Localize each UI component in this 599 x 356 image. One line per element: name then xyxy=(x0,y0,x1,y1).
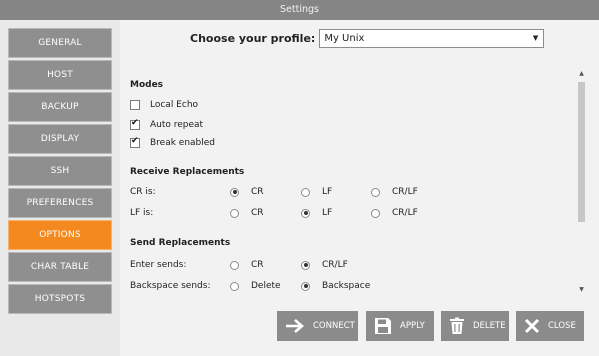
sidebar-item-label: SSH xyxy=(50,166,70,176)
close-label: CLOSE xyxy=(548,321,576,331)
modes-title: Modes xyxy=(130,80,164,90)
options-scroll-area: Modes Local Echo Auto repeat Break enabl… xyxy=(128,68,588,296)
local-echo-label: Local Echo xyxy=(150,100,199,110)
scroll-down-icon[interactable]: ▼ xyxy=(576,286,587,296)
profile-selected-value: My Unix xyxy=(324,32,365,44)
break-enabled-checkbox-row[interactable]: Break enabled xyxy=(130,136,216,148)
radio-dot xyxy=(371,208,380,218)
close-x-icon xyxy=(524,318,540,334)
break-enabled-label: Break enabled xyxy=(150,138,216,148)
arrow-right-icon xyxy=(286,319,304,333)
sidebar-item-options[interactable]: OPTIONS xyxy=(8,220,112,250)
sidebar-item-backup[interactable]: BACKUP xyxy=(8,92,112,122)
sidebar-item-preferences[interactable]: PREFERENCES xyxy=(8,188,112,218)
radio-label: CR/LF xyxy=(322,260,348,270)
radio-label: Delete xyxy=(251,281,281,291)
sidebar-item-hotspots[interactable]: HOTSPOTS xyxy=(8,284,112,314)
cr-is-cr-radio[interactable]: CR xyxy=(230,187,264,197)
radio-label: Backspace xyxy=(322,281,371,291)
apply-button[interactable]: APPLY xyxy=(366,311,434,341)
local-echo-checkbox-row[interactable]: Local Echo xyxy=(130,100,198,110)
profile-label: Choose your profile: xyxy=(190,31,316,45)
options-scrollbar[interactable]: ▲ ▼ xyxy=(576,70,587,296)
delete-label: DELETE xyxy=(473,321,506,331)
radio-dot xyxy=(230,260,239,270)
auto-repeat-checkbox-row[interactable]: Auto repeat xyxy=(130,118,204,130)
receive-replacements-title: Receive Replacements xyxy=(130,167,245,177)
sidebar-item-label: HOST xyxy=(47,70,73,80)
window-title: Settings xyxy=(280,4,319,15)
sidebar-item-label: OPTIONS xyxy=(39,230,81,240)
sidebar-item-label: HOTSPOTS xyxy=(34,294,86,304)
floppy-disk-icon xyxy=(375,318,391,334)
local-echo-checkbox[interactable] xyxy=(130,100,140,110)
enter-sends-crlf-radio[interactable]: CR/LF xyxy=(301,260,348,270)
lf-is-label: LF is: xyxy=(130,208,154,218)
send-replacements-title: Send Replacements xyxy=(130,238,231,248)
sidebar-item-label: GENERAL xyxy=(38,38,82,48)
sidebar-item-label: DISPLAY xyxy=(40,134,80,144)
cr-is-crlf-radio[interactable]: CR/LF xyxy=(371,187,418,197)
trash-icon xyxy=(450,317,464,334)
radio-dot xyxy=(230,281,239,291)
connect-button[interactable]: CONNECT xyxy=(277,311,358,341)
radio-dot xyxy=(230,208,239,218)
enter-sends-cr-radio[interactable]: CR xyxy=(230,260,264,270)
profile-row: Choose your profile: My Unix ▼ xyxy=(190,28,545,48)
radio-dot xyxy=(301,281,310,291)
radio-dot xyxy=(371,187,380,197)
backspace-sends-label: Backspace sends: xyxy=(130,281,211,291)
scroll-up-icon[interactable]: ▲ xyxy=(576,70,587,80)
radio-dot xyxy=(230,187,239,197)
window-titlebar: Settings xyxy=(0,0,599,20)
radio-label: LF xyxy=(322,187,333,197)
sidebar-item-general[interactable]: GENERAL xyxy=(8,28,112,58)
close-button[interactable]: CLOSE xyxy=(516,311,584,341)
sidebar-item-label: PREFERENCES xyxy=(26,198,94,208)
radio-dot xyxy=(301,208,310,218)
delete-button[interactable]: DELETE xyxy=(441,311,509,341)
backspace-sends-backspace-radio[interactable]: Backspace xyxy=(301,281,370,291)
break-enabled-checkbox[interactable] xyxy=(130,136,140,148)
scrollbar-thumb[interactable] xyxy=(578,82,585,222)
radio-dot xyxy=(301,260,310,270)
radio-dot xyxy=(301,187,310,197)
enter-sends-label: Enter sends: xyxy=(130,260,187,270)
lf-is-crlf-radio[interactable]: CR/LF xyxy=(371,208,418,218)
lf-is-lf-radio[interactable]: LF xyxy=(301,208,332,218)
radio-label: CR xyxy=(251,208,264,218)
profile-select[interactable]: My Unix ▼ xyxy=(319,28,545,48)
radio-label: LF xyxy=(322,208,333,218)
radio-label: CR xyxy=(251,187,264,197)
auto-repeat-label: Auto repeat xyxy=(150,120,204,130)
cr-is-label: CR is: xyxy=(130,187,156,197)
sidebar-item-display[interactable]: DISPLAY xyxy=(8,124,112,154)
sidebar: GENERAL HOST BACKUP DISPLAY SSH PREFEREN… xyxy=(0,20,120,356)
sidebar-item-ssh[interactable]: SSH xyxy=(8,156,112,186)
sidebar-item-host[interactable]: HOST xyxy=(8,60,112,90)
lf-is-cr-radio[interactable]: CR xyxy=(230,208,264,218)
radio-label: CR xyxy=(251,260,264,270)
radio-label: CR/LF xyxy=(392,187,418,197)
connect-label: CONNECT xyxy=(313,321,355,331)
auto-repeat-checkbox[interactable] xyxy=(130,118,140,130)
chevron-down-icon: ▼ xyxy=(532,33,539,42)
sidebar-item-label: CHAR TABLE xyxy=(30,262,90,272)
backspace-sends-delete-radio[interactable]: Delete xyxy=(230,281,281,291)
apply-label: APPLY xyxy=(400,321,425,331)
radio-label: CR/LF xyxy=(392,208,418,218)
cr-is-lf-radio[interactable]: LF xyxy=(301,187,332,197)
sidebar-item-label: BACKUP xyxy=(41,102,79,112)
sidebar-item-char-table[interactable]: CHAR TABLE xyxy=(8,252,112,282)
